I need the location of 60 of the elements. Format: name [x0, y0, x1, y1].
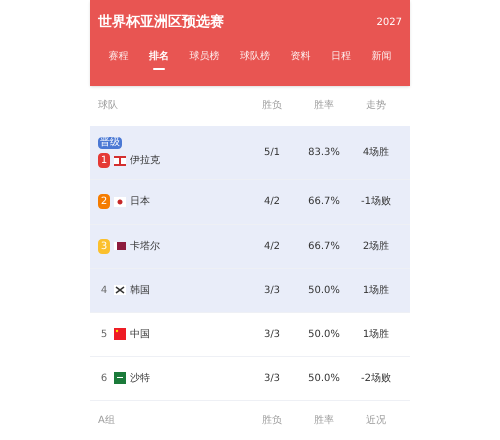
page-title: 世界杯亚洲区预选赛	[98, 12, 224, 32]
team-name: 日本	[130, 194, 150, 210]
rank-number: 2	[98, 194, 110, 210]
trend-cell-text: -2场败	[360, 372, 392, 386]
rank-number: 3	[98, 238, 110, 254]
record-cell-text: 4/2	[262, 195, 282, 210]
flag-icon	[114, 328, 126, 340]
flag-icon	[114, 240, 126, 252]
column-header: 胜负	[261, 98, 283, 114]
record-cell-text: 5/1	[262, 146, 282, 160]
trend-cell-text: 1场胜	[362, 328, 390, 342]
team-name: 卡塔尔	[130, 240, 160, 254]
standings-row[interactable]: 5 中国 3/3 50.0% 1场胜	[90, 312, 410, 357]
tab[interactable]: 资料	[286, 49, 315, 70]
rank-number: 6	[100, 372, 108, 386]
column-header: 胜率	[313, 98, 335, 114]
record-cell-text: 3/3	[262, 328, 282, 342]
trend-cell-text: 1场胜	[362, 284, 390, 298]
standings-row[interactable]: 3 卡塔尔 4/2 66.7% 2场胜	[90, 224, 410, 269]
column-header: 胜负	[261, 414, 283, 428]
tab[interactable]: 新闻	[368, 49, 396, 70]
tab[interactable]: 球队榜	[236, 49, 274, 70]
column-header: 球队	[98, 98, 119, 114]
season-year: 2027	[376, 16, 402, 30]
flag-icon	[114, 284, 126, 296]
tab[interactable]: 赛程	[104, 49, 132, 70]
qualified-badge: 晋级	[98, 136, 122, 150]
win-rate-cell-text: 83.3%	[307, 146, 341, 160]
tab[interactable]: 日程	[327, 49, 356, 70]
trend-cell-text: 2场胜	[362, 240, 390, 254]
record-cell-text: 3/3	[262, 284, 282, 298]
win-rate-cell-text: 50.0%	[307, 372, 341, 386]
trend-cell-text: 4场胜	[362, 146, 390, 160]
rank-number: 1	[98, 153, 110, 168]
trend-cell-text: -1场败	[360, 195, 392, 210]
column-header: 近况	[365, 414, 387, 428]
column-header: 胜率	[313, 414, 335, 428]
rank-number: 4	[100, 284, 108, 298]
win-rate-cell-text: 50.0%	[307, 328, 341, 342]
team-name: 沙特	[130, 372, 150, 386]
team-name: 伊拉克	[130, 154, 160, 168]
record-cell-text: 4/2	[262, 240, 282, 254]
rank-number: 5	[100, 328, 108, 342]
standings-row[interactable]: 4 韩国 3/3 50.0% 1场胜	[90, 268, 410, 313]
flag-icon	[114, 154, 126, 167]
standings-row[interactable]: 晋级 1 伊拉克 5/1 83.3% 4场胜	[90, 126, 410, 180]
flag-icon	[114, 196, 126, 208]
group-label: A组	[98, 414, 116, 428]
team-name: 中国	[130, 328, 150, 342]
win-rate-cell-text: 66.7%	[307, 240, 341, 254]
standings-row[interactable]: 2 日本 4/2 66.7% -1场败	[90, 180, 410, 224]
flag-icon	[114, 372, 126, 384]
win-rate-cell-text: 66.7%	[307, 195, 341, 210]
team-name: 韩国	[130, 284, 150, 298]
standings-row[interactable]: 6 沙特 3/3 50.0% -2场败	[90, 356, 410, 401]
tab[interactable]: 排名	[144, 49, 173, 70]
record-cell-text: 3/3	[262, 372, 282, 386]
tab[interactable]: 球员榜	[185, 49, 224, 70]
win-rate-cell-text: 50.0%	[307, 284, 341, 298]
column-header: 走势	[365, 98, 387, 114]
